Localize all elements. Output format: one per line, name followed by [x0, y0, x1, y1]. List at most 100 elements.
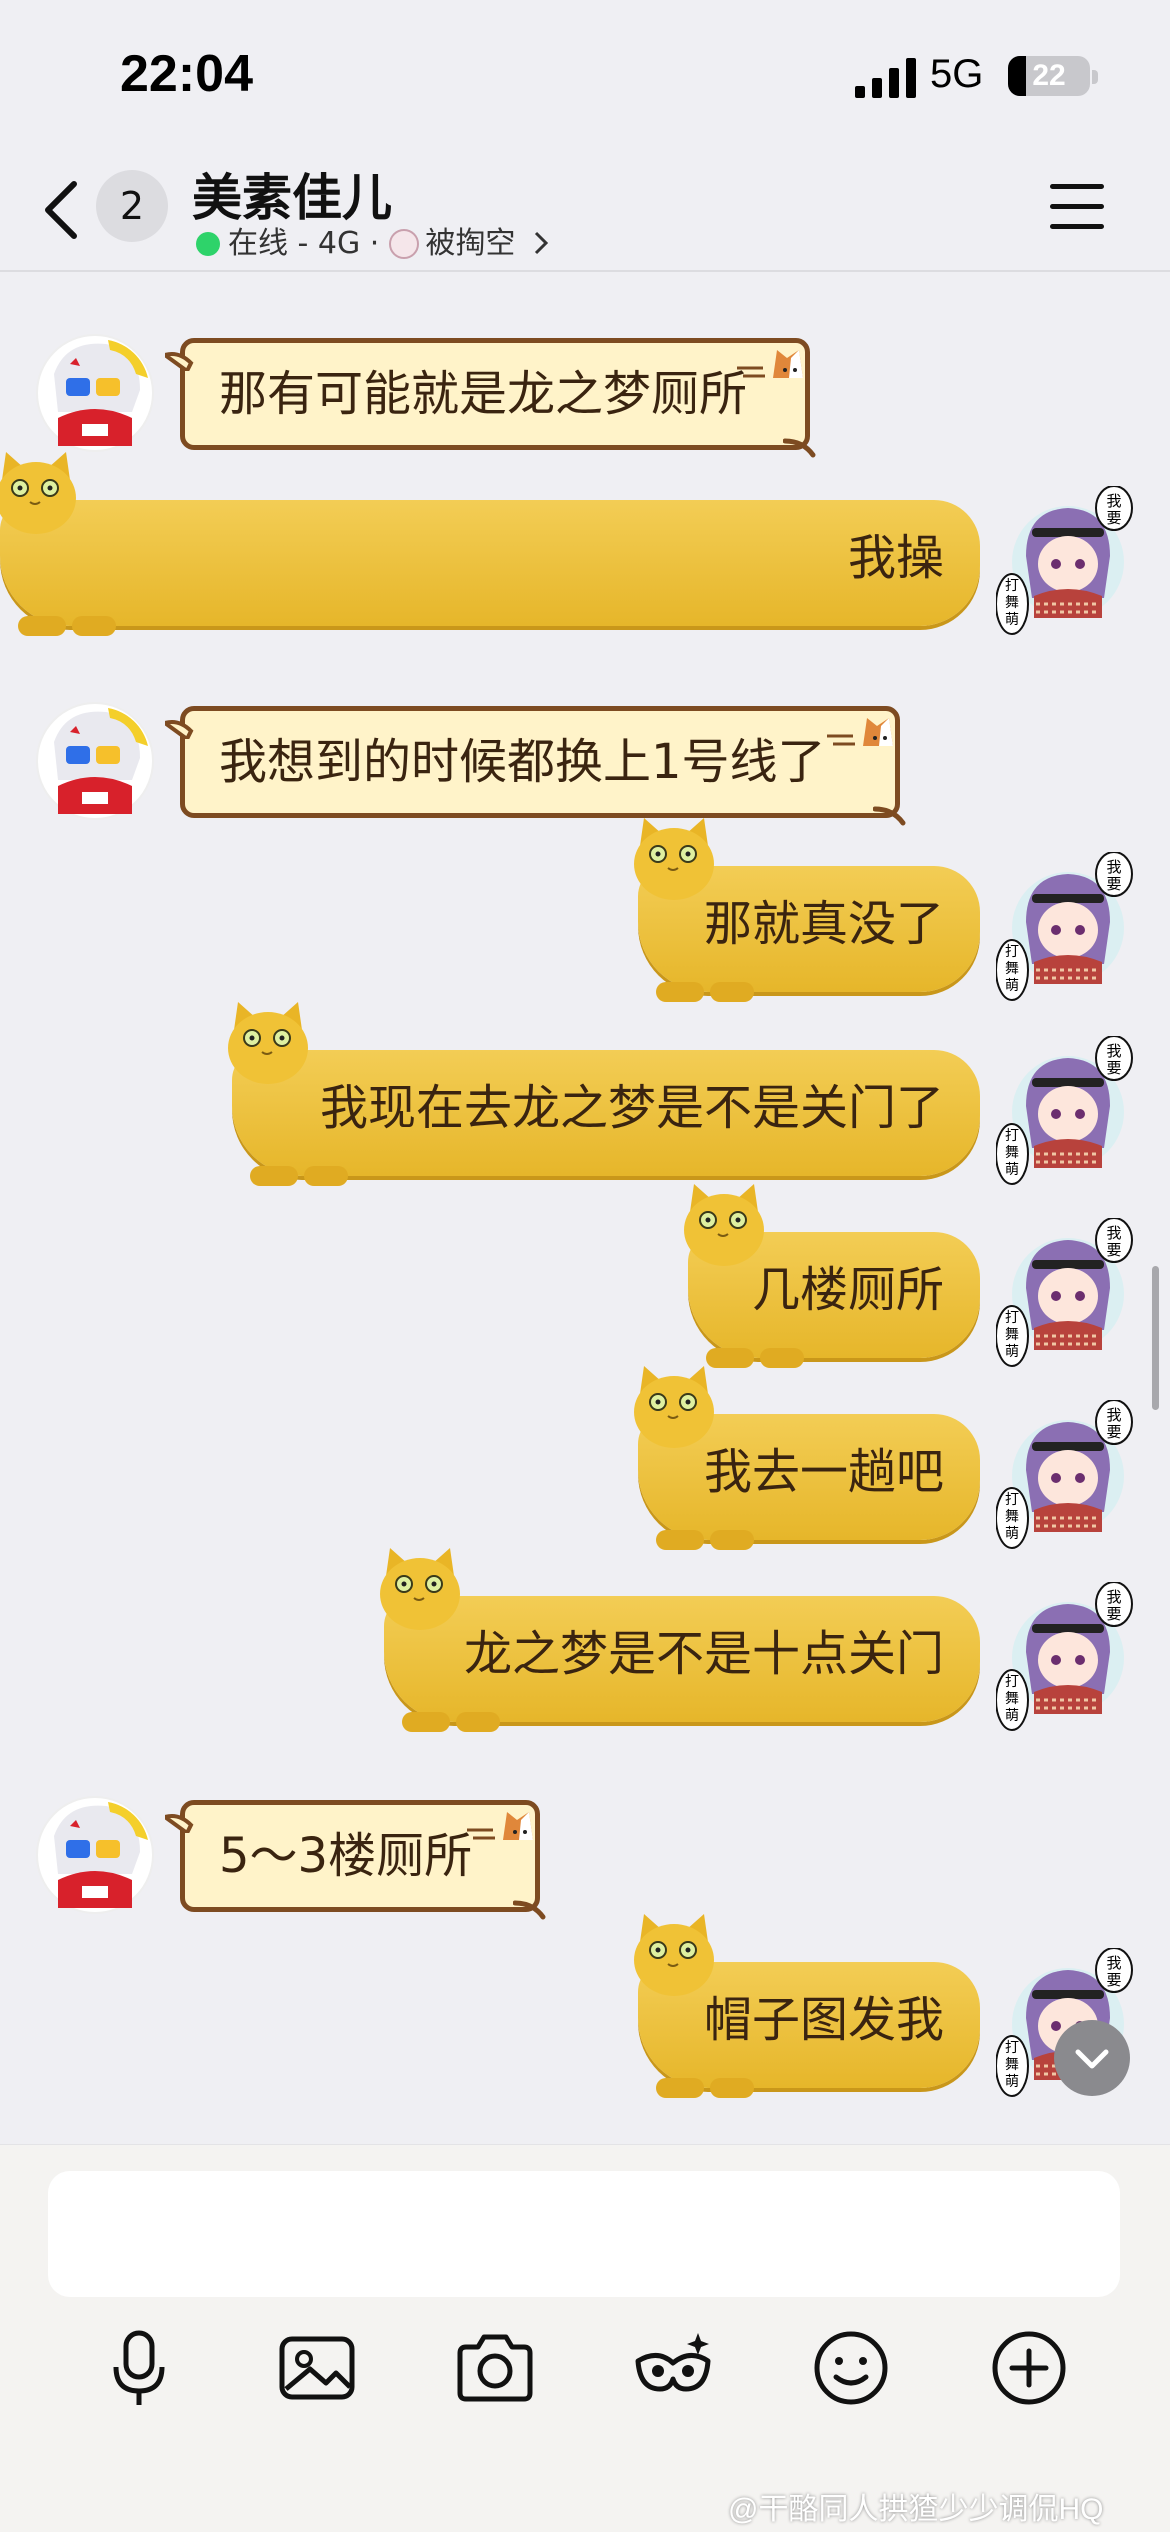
contact-avatar[interactable]	[36, 1796, 154, 1914]
svg-text:萌: 萌	[1005, 978, 1019, 994]
svg-text:打: 打	[1005, 577, 1019, 594]
chevron-down-icon	[1075, 2049, 1109, 2069]
status-time: 22:04	[120, 45, 253, 103]
contact-avatar[interactable]	[36, 334, 154, 452]
message-bubble-outgoing[interactable]: 龙之梦是不是十点关门	[380, 1548, 980, 1732]
cat-badge-icon	[463, 1779, 547, 1840]
cat-paw	[402, 1712, 450, 1732]
bubble-curl-icon	[513, 1900, 546, 1920]
cat-paw	[656, 2078, 704, 2098]
bubble-curl-icon	[783, 438, 816, 458]
message-bubble-outgoing[interactable]: 帽子图发我	[634, 1914, 980, 2098]
message-bubble-outgoing[interactable]: 我去一趟吧	[634, 1366, 980, 1550]
svg-text:要: 要	[1106, 1241, 1121, 1259]
svg-text:舞: 舞	[1005, 595, 1019, 611]
cat-paw	[656, 1530, 704, 1550]
svg-text:要: 要	[1106, 1423, 1121, 1441]
message-bubble-outgoing[interactable]: 我操	[0, 452, 980, 636]
svg-text:要: 要	[1106, 1605, 1121, 1623]
message-bubble-incoming[interactable]: 那有可能就是龙之梦厕所	[165, 338, 816, 458]
message-text: 我现在去龙之梦是不是关门了	[319, 1080, 944, 1136]
svg-text:我: 我	[1106, 858, 1121, 876]
camera-icon[interactable]	[450, 2323, 540, 2413]
emoji-icon[interactable]	[806, 2323, 896, 2413]
status-network: - 4G ·	[297, 226, 380, 261]
cat-paw	[710, 982, 754, 1002]
svg-text:我: 我	[1106, 492, 1121, 510]
cat-paw	[656, 982, 704, 1002]
message-bubble-incoming[interactable]: 我想到的时候都换上1号线了	[165, 706, 906, 826]
svg-text:萌: 萌	[1005, 1708, 1019, 1724]
message-text: 我去一趟吧	[703, 1444, 944, 1500]
scroll-to-bottom-button[interactable]	[1054, 2020, 1130, 2096]
chevron-right-icon	[534, 231, 548, 255]
svg-text:萌: 萌	[1005, 1526, 1019, 1542]
svg-text:我: 我	[1106, 1042, 1121, 1060]
svg-text:舞: 舞	[1005, 1145, 1019, 1161]
message-text: 我想到的时候都换上1号线了	[219, 734, 826, 790]
plus-icon[interactable]	[984, 2323, 1074, 2413]
status-activity: 被掏空	[425, 226, 516, 261]
cat-paw	[760, 1348, 804, 1368]
cat-paw	[710, 1530, 754, 1550]
message-text: 帽子图发我	[703, 1992, 944, 2048]
svg-text:舞: 舞	[1005, 1509, 1019, 1525]
svg-text:舞: 舞	[1005, 1327, 1019, 1343]
cat-badge-icon	[823, 685, 907, 746]
cat-paw	[18, 616, 66, 636]
message-text: 几楼厕所	[751, 1262, 944, 1318]
network-type: 5G	[930, 52, 984, 96]
scrollbar[interactable]	[1152, 1266, 1159, 1410]
svg-text:我: 我	[1106, 1954, 1121, 1972]
cellular-signal-icon	[855, 58, 916, 98]
my-avatar[interactable]: 我 要 打 舞 萌	[995, 485, 1136, 636]
svg-text:要: 要	[1106, 875, 1121, 893]
svg-text:萌: 萌	[1005, 2074, 1019, 2090]
message-input[interactable]	[48, 2171, 1120, 2297]
contact-status[interactable]: 在线 - 4G · 被掏空	[196, 218, 551, 262]
composer	[0, 2144, 1170, 2532]
svg-text:打: 打	[1005, 1309, 1019, 1326]
svg-text:要: 要	[1106, 1971, 1121, 1989]
my-avatar[interactable]: 我 要 打 舞 萌	[995, 1399, 1136, 1550]
cat-paw	[250, 1166, 298, 1186]
my-avatar[interactable]: 我 要 打 舞 萌	[995, 1035, 1136, 1186]
svg-text:我: 我	[1106, 1588, 1121, 1606]
svg-text:打: 打	[1005, 1491, 1019, 1508]
svg-text:舞: 舞	[1005, 1691, 1019, 1707]
svg-text:打: 打	[1005, 943, 1019, 960]
message-bubble-outgoing[interactable]: 我现在去龙之梦是不是关门了	[228, 1002, 980, 1186]
message-bubble-outgoing[interactable]: 几楼厕所	[684, 1184, 980, 1368]
status-online: 在线	[228, 226, 288, 261]
unread-count-badge[interactable]: 2	[96, 170, 168, 242]
status-bar: 22:04 5G 22	[0, 0, 1170, 150]
svg-text:萌: 萌	[1005, 1344, 1019, 1360]
contact-avatar[interactable]	[36, 702, 154, 820]
microphone-icon[interactable]	[94, 2323, 184, 2413]
message-bubble-outgoing[interactable]: 那就真没了	[634, 818, 980, 1002]
battery-level: 22	[1032, 59, 1066, 92]
my-avatar[interactable]: 我 要 打 舞 萌	[995, 1581, 1136, 1732]
bubble-curl-icon	[873, 806, 906, 826]
message-text: 我操	[847, 530, 944, 586]
sticker-mask-icon[interactable]	[628, 2323, 718, 2413]
bubble-tail-icon	[165, 1814, 194, 1833]
menu-icon[interactable]	[1050, 184, 1104, 230]
svg-text:打: 打	[1005, 2039, 1019, 2056]
my-avatar[interactable]: 我 要 打 舞 萌	[995, 1217, 1136, 1368]
svg-text:要: 要	[1106, 509, 1121, 527]
online-dot-icon	[196, 232, 220, 256]
my-avatar[interactable]: 我 要 打 舞 萌	[995, 851, 1136, 1002]
message-text: 那有可能就是龙之梦厕所	[219, 366, 748, 422]
cat-paw	[456, 1712, 500, 1732]
svg-text:我: 我	[1106, 1406, 1121, 1424]
battery-tip	[1092, 70, 1098, 84]
message-text: 龙之梦是不是十点关门	[463, 1626, 944, 1682]
cat-paw	[72, 616, 116, 636]
image-icon[interactable]	[272, 2323, 362, 2413]
message-bubble-incoming[interactable]: 5～3楼厕所	[165, 1800, 546, 1920]
bubble-tail-icon	[165, 720, 194, 739]
svg-text:萌: 萌	[1005, 612, 1019, 628]
back-arrow-icon[interactable]	[38, 178, 86, 242]
cat-badge-icon	[733, 317, 817, 378]
